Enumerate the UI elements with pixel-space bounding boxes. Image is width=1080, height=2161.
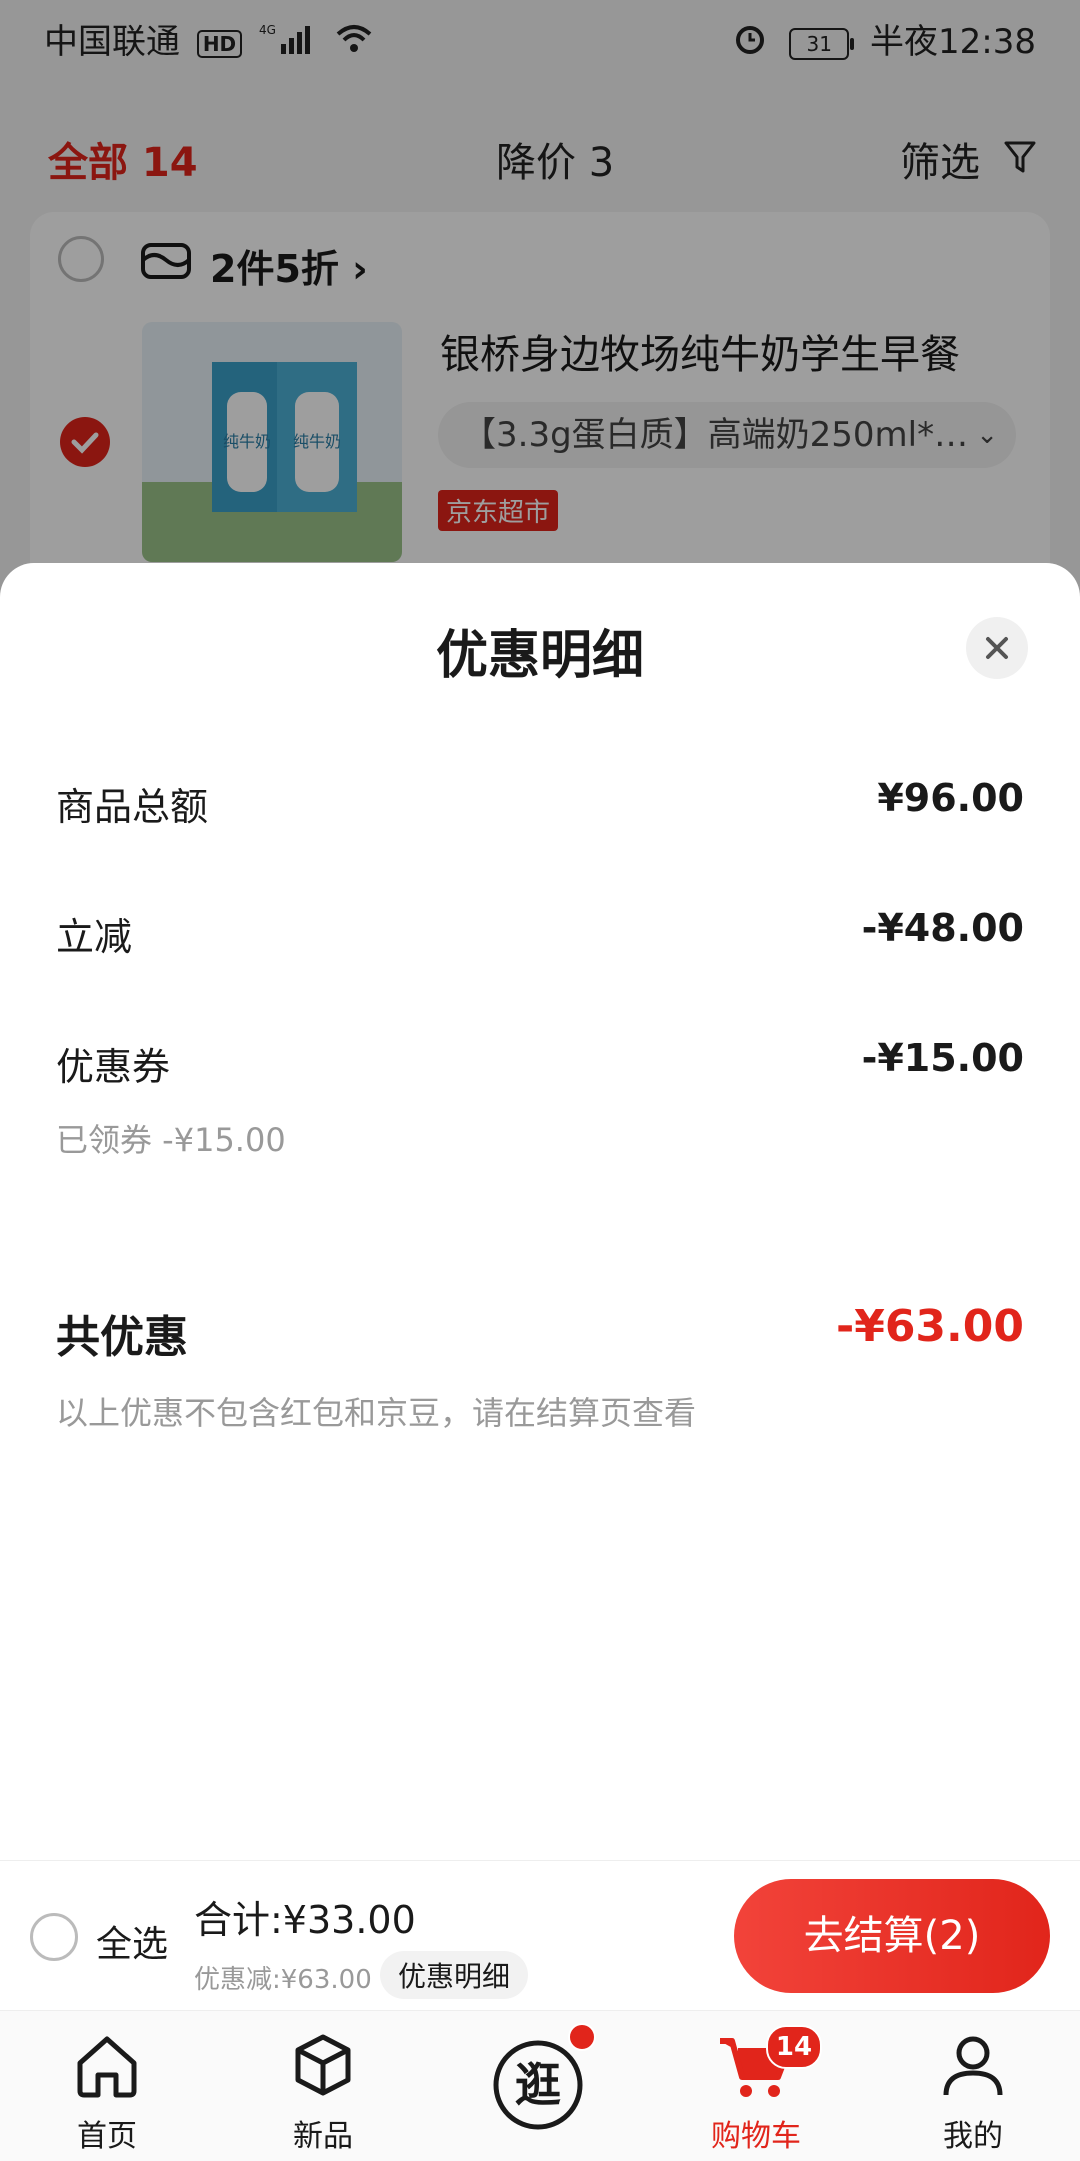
- row-instant-discount-label: 立减: [56, 915, 133, 959]
- sum-total: 合计:¥33.00: [194, 1898, 416, 1942]
- sheet-title: 优惠明细: [435, 626, 644, 686]
- discount-detail-chip[interactable]: 优惠明细: [380, 1951, 529, 1999]
- nav-item-new[interactable]: 新品: [233, 2011, 413, 2161]
- explore-badge-dot: [568, 2023, 596, 2051]
- discount-note: 以上优惠不包含红包和京豆，请在结算页查看: [56, 1394, 697, 1432]
- checkout-button[interactable]: 去结算(2): [734, 1879, 1050, 1993]
- user-icon: [936, 2029, 1010, 2107]
- nav-item-explore[interactable]: 逛: [450, 2011, 630, 2161]
- home-icon: [70, 2029, 144, 2107]
- cube-icon: [286, 2029, 360, 2107]
- row-coupon-label: 优惠券: [56, 1045, 171, 1089]
- nav-item-home[interactable]: 首页: [17, 2011, 197, 2161]
- row-total-amount-label: 商品总额: [56, 785, 209, 829]
- checkout-bar: 全选 合计:¥33.00 优惠减:¥63.00 优惠明细 去结算(2): [0, 1860, 1080, 2011]
- nav-label-me: 我的: [943, 2119, 1003, 2154]
- row-instant-discount-value: -¥48.00: [861, 906, 1024, 950]
- svg-text:逛: 逛: [515, 2058, 561, 2112]
- discount-detail-sheet: 优惠明细 商品总额 ¥96.00 立减 -¥48.00 优惠券 -¥15.00 …: [0, 563, 1080, 1863]
- row-coupon-value: -¥15.00: [861, 1036, 1024, 1080]
- nav-label-cart: 购物车: [711, 2119, 801, 2154]
- close-button[interactable]: [966, 617, 1028, 679]
- sum-discount: 优惠减:¥63.00: [194, 1965, 372, 1995]
- nav-item-me[interactable]: 我的: [883, 2011, 1063, 2161]
- total-discount-value: -¥63.00: [835, 1301, 1024, 1352]
- nav-label-new: 新品: [293, 2119, 353, 2154]
- select-all-checkbox[interactable]: [30, 1913, 78, 1961]
- nav-item-cart[interactable]: 14 购物车: [666, 2011, 846, 2161]
- total-discount-label: 共优惠: [56, 1312, 188, 1363]
- cart-count-badge: 14: [766, 2025, 822, 2069]
- select-all-label[interactable]: 全选: [96, 1915, 168, 1967]
- row-coupon-sub: 已领券 -¥15.00: [56, 1121, 286, 1159]
- nav-label-home: 首页: [77, 2119, 137, 2154]
- dim-overlay[interactable]: [0, 0, 1080, 640]
- close-icon: [986, 637, 1008, 659]
- row-total-amount-value: ¥96.00: [877, 776, 1024, 820]
- bottom-nav: 首页 新品 逛 14 购物车 我的: [0, 2010, 1080, 2161]
